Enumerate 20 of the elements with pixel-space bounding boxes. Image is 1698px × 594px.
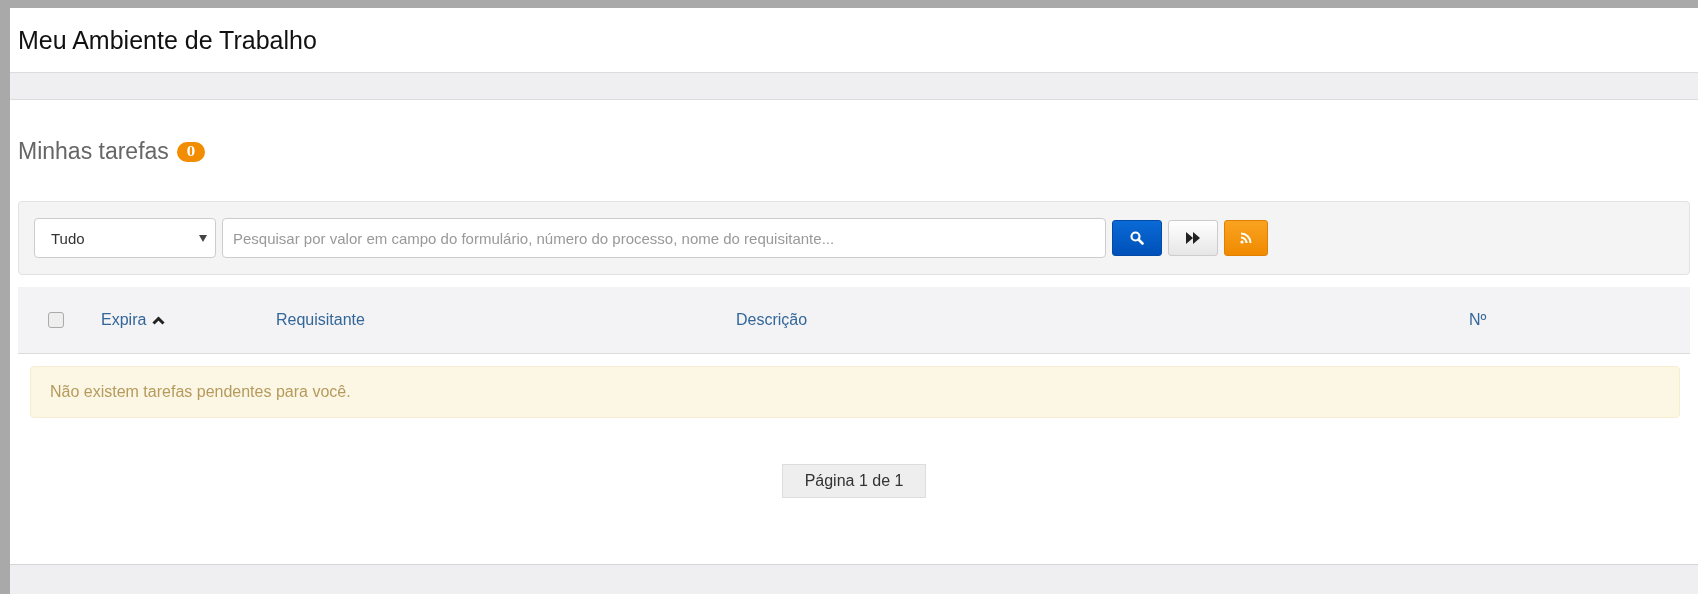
dropdown-caret-icon [199,234,207,242]
empty-message: Não existem tarefas pendentes para você. [30,366,1680,418]
page-title: Meu Ambiente de Trabalho [18,25,317,55]
column-header[interactable]: Nº [1469,311,1487,329]
sort-ascending-icon [152,315,166,325]
column-header[interactable]: Requisitante [276,311,365,329]
section-title: Minhas tarefas [18,138,169,165]
rss-button[interactable] [1224,220,1268,256]
column-header[interactable]: Expira [101,311,147,329]
fast-forward-button[interactable] [1168,220,1218,256]
rss-icon [1240,232,1252,244]
task-count-badge: 0 [176,141,206,162]
column-header[interactable]: Descrição [736,311,808,329]
filter-dropdown[interactable]: Tudo [34,218,216,258]
pagination-label: Página 1 de 1 [781,464,927,498]
search-icon [1130,231,1144,245]
search-field[interactable]: Pesquisar por valor em campo do formulário, número do processo, nome do requisitante... [222,218,1106,258]
select-all-checkbox[interactable] [48,312,64,328]
search-button[interactable] [1112,220,1162,256]
fast-forward-icon [1186,232,1200,244]
